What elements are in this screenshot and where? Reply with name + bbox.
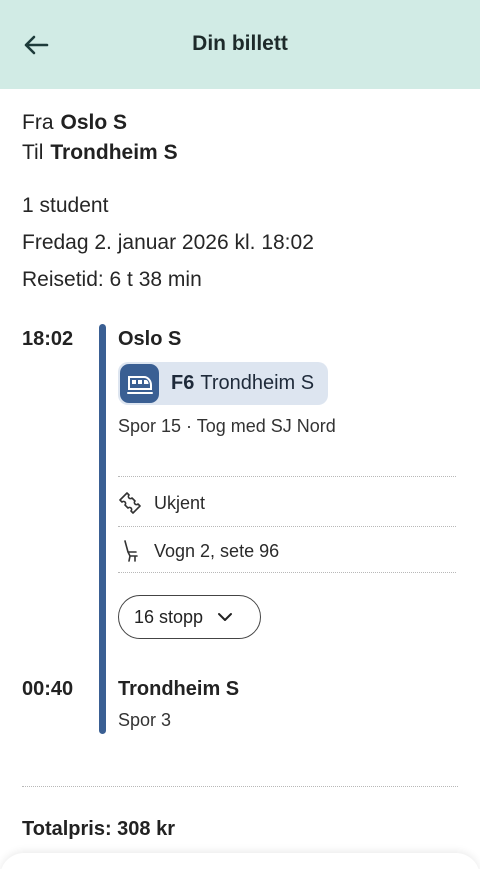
line-chip: F6 Trondheim S xyxy=(118,362,328,405)
trip-info: 1 student Fredag 2. januar 2026 kl. 18:0… xyxy=(22,187,314,298)
seat-icon xyxy=(118,538,146,564)
departure-station: Oslo S xyxy=(118,328,182,350)
arrival-platform: Spor 3 xyxy=(118,710,172,730)
route-summary: Fra Oslo S Til Trondheim S xyxy=(22,108,178,168)
line-code: F6 xyxy=(171,372,195,394)
from-station: Oslo S xyxy=(60,111,128,134)
line-destination: Trondheim S xyxy=(200,372,315,394)
from-label: Fra xyxy=(22,111,54,134)
arrival-time: 00:40 xyxy=(22,678,74,700)
divider xyxy=(118,526,456,527)
to-row: Til Trondheim S xyxy=(22,138,178,168)
chevron-down-icon xyxy=(217,612,233,622)
to-label: Til xyxy=(22,141,44,164)
divider xyxy=(118,476,456,477)
train-icon xyxy=(120,364,159,403)
divider xyxy=(118,572,456,573)
travel-duration: Reisetid: 6 t 38 min xyxy=(22,268,202,291)
seat-label: Vogn 2, sete 96 xyxy=(154,540,280,561)
seat-row: Vogn 2, sete 96 xyxy=(118,538,279,564)
arrival-station: Trondheim S xyxy=(118,678,240,700)
top-app-bar: Din billett xyxy=(0,0,480,89)
timeline-line xyxy=(99,324,106,734)
ticket-type-row: Ukjent xyxy=(118,490,205,516)
platform-operator: Spor 15 · Tog med SJ Nord xyxy=(118,416,336,436)
page-title: Din billett xyxy=(192,32,288,55)
to-station: Trondheim S xyxy=(50,141,178,164)
departure-date: Fredag 2. januar 2026 kl. 18:02 xyxy=(22,231,314,254)
stops-toggle-button[interactable]: 16 stopp xyxy=(118,595,261,639)
stops-label: 16 stopp xyxy=(134,606,204,627)
passenger-count: 1 student xyxy=(22,194,109,217)
departure-time: 18:02 xyxy=(22,328,74,350)
from-row: Fra Oslo S xyxy=(22,108,178,138)
ticket-type-label: Ukjent xyxy=(154,492,206,513)
bottom-sheet xyxy=(0,853,480,869)
ticket-icon xyxy=(118,490,146,516)
total-price: Totalpris: 308 kr xyxy=(22,818,176,840)
divider xyxy=(22,786,458,787)
